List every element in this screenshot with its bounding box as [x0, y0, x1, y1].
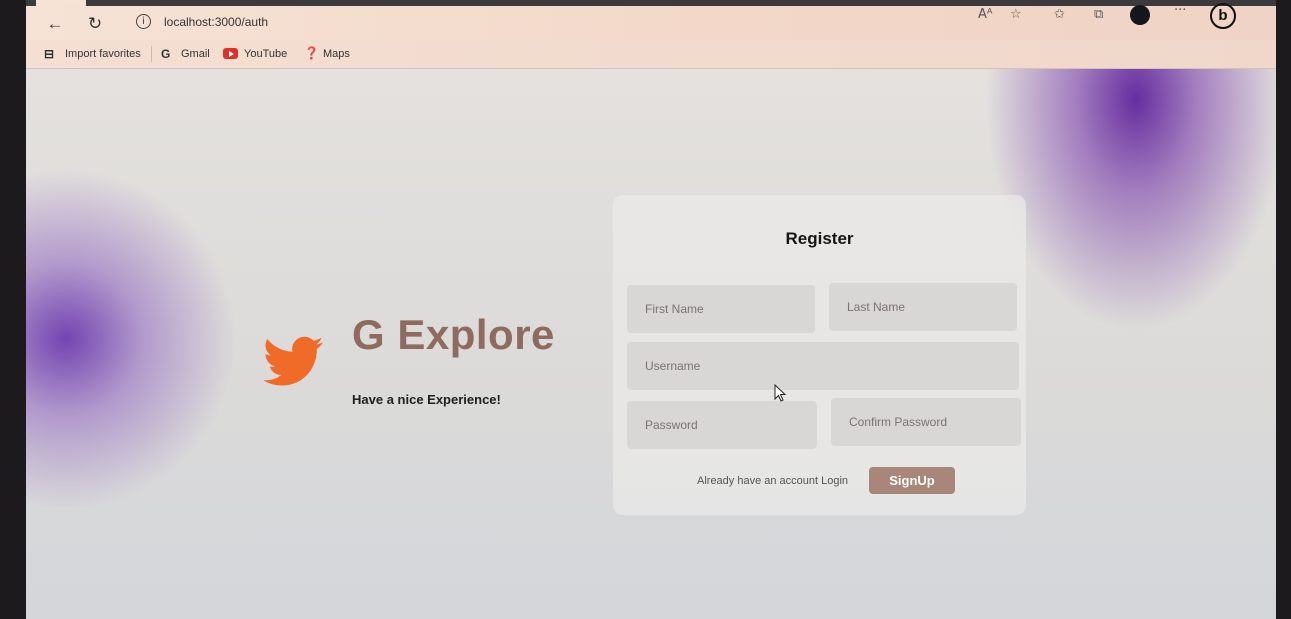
youtube-icon [223, 48, 238, 59]
address-bar[interactable]: i localhost:3000/auth [122, 9, 952, 35]
more-icon[interactable]: ··· [1174, 3, 1186, 18]
back-icon[interactable]: ← [44, 13, 66, 35]
twitter-bird-icon [263, 331, 324, 391]
signup-button[interactable]: SignUp [869, 467, 955, 494]
favorite-icon[interactable]: ☆ [1010, 7, 1022, 22]
register-title: Register [785, 229, 854, 248]
browser-window: ← ↻ i localhost:3000/auth Aᴬ ☆ ✩ ⧉ ··· b… [26, 0, 1276, 619]
collections-icon[interactable]: ⧉ [1094, 7, 1103, 22]
brand-subtitle: Have a nice Experience! [352, 392, 501, 407]
tab-strip [26, 0, 1276, 6]
maps-icon: ❓ [304, 46, 319, 60]
read-aloud-icon[interactable]: Aᴬ [978, 7, 993, 22]
last-name-field[interactable] [829, 283, 1017, 331]
refresh-icon[interactable]: ↻ [84, 13, 106, 35]
import-favorites-icon: ⊟ [44, 47, 55, 61]
login-link[interactable]: Already have an account Login [697, 475, 848, 487]
bookmark-gmail[interactable]: Gmail [181, 48, 210, 60]
bookmarks-bar [26, 40, 1276, 69]
bookmark-import-favorites[interactable]: Import favorites [65, 48, 141, 60]
url-text[interactable]: localhost:3000/auth [164, 15, 268, 29]
info-icon[interactable]: i [136, 14, 151, 29]
brand-title: G Explore [352, 311, 555, 358]
bing-icon[interactable]: b [1210, 3, 1236, 29]
username-field[interactable] [627, 342, 1019, 390]
password-field[interactable] [627, 401, 817, 449]
profile-icon[interactable] [1130, 5, 1150, 25]
auth-page: G Explore Have a nice Experience! Regist… [26, 69, 1276, 619]
first-name-field[interactable] [627, 285, 815, 333]
confirm-password-field[interactable] [831, 398, 1021, 446]
tab-active[interactable] [36, 0, 86, 6]
bookmark-maps[interactable]: Maps [323, 48, 350, 60]
bookmark-divider [151, 46, 152, 62]
favorites-list-icon[interactable]: ✩ [1054, 7, 1065, 22]
mouse-cursor-icon [774, 384, 787, 402]
browser-toolbar: ← ↻ i localhost:3000/auth Aᴬ ☆ ✩ ⧉ ··· b [26, 0, 1276, 40]
bookmark-youtube[interactable]: YouTube [244, 48, 287, 60]
register-card: Register Already have an account Login S… [613, 195, 1026, 515]
google-icon: G [161, 47, 171, 61]
